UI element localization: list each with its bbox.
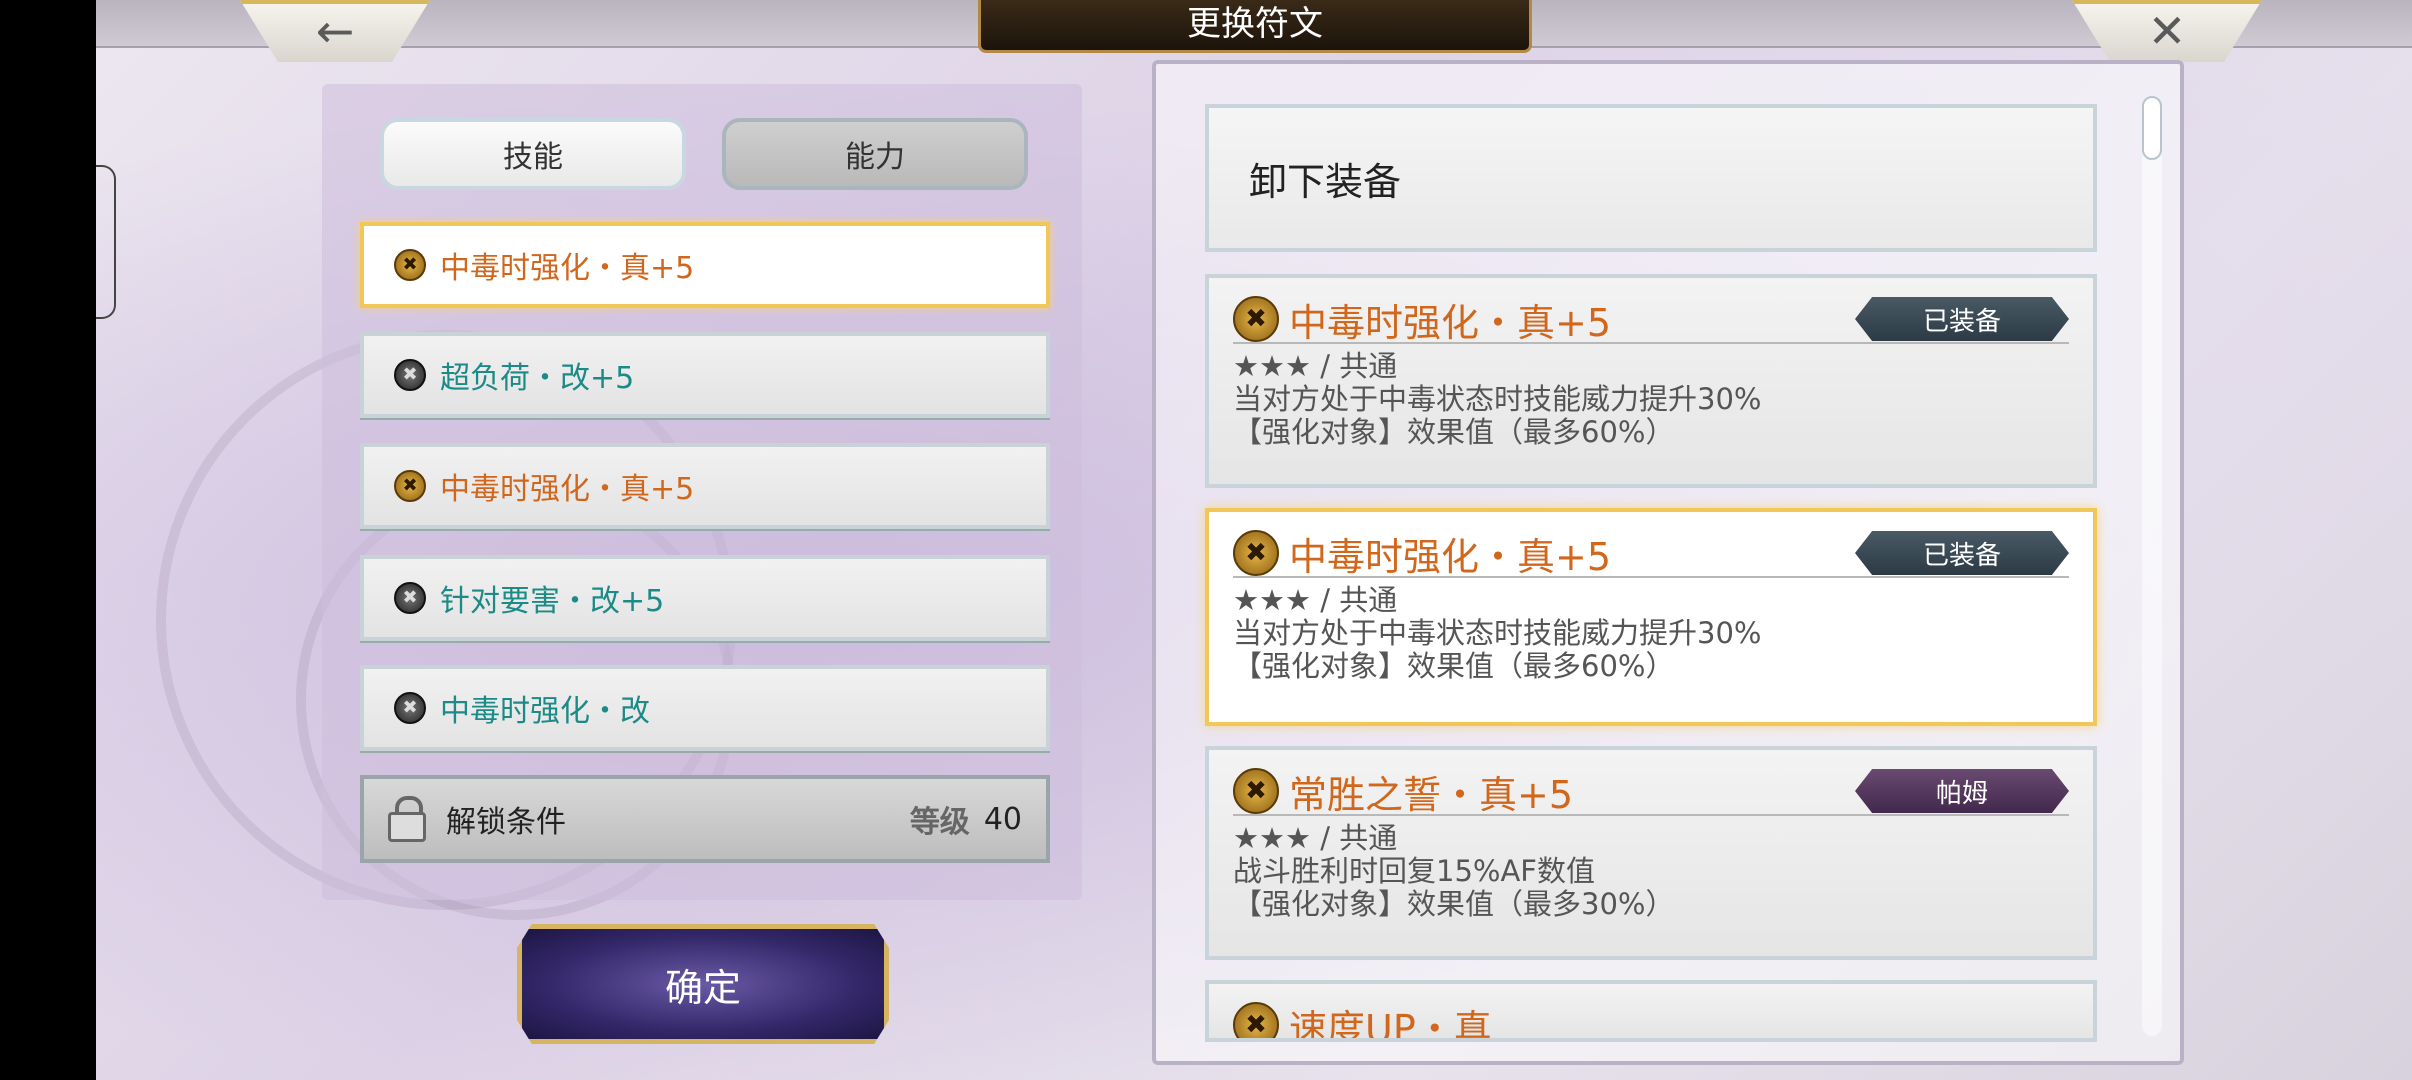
skill-slot-label: 针对要害・改+5	[440, 584, 665, 619]
rune-card-title: 中毒时强化・真+5	[1289, 534, 1612, 579]
rune-card-description: 战斗胜利时回复15%AF数值	[1233, 854, 1595, 888]
owner-badge: 帕姆	[1855, 769, 2069, 813]
screen-notch	[96, 165, 116, 319]
skill-slot-3[interactable]: ✖ 中毒时强化・真+5	[360, 443, 1050, 529]
skill-slot-label: 中毒时强化・真+5	[440, 251, 695, 286]
unlock-condition-label: 解锁条件	[446, 805, 566, 840]
gold-rune-icon: ✖	[1233, 296, 1279, 342]
rune-card-target: 【强化对象】效果值（最多60%）	[1233, 649, 1675, 683]
level-value: 40	[983, 801, 1022, 837]
tab-ability[interactable]: 能力	[722, 118, 1028, 190]
screen-title: 更换符文	[978, 0, 1532, 53]
gold-rune-icon: ✖	[1233, 1002, 1279, 1038]
close-icon: ✕	[2147, 4, 2187, 58]
skill-slot-4[interactable]: ✖ 针对要害・改+5	[360, 555, 1050, 641]
rune-card-rarity: ★★★ / 共通	[1233, 349, 1398, 383]
rune-card-description: 当对方处于中毒状态时技能威力提升30%	[1233, 382, 1762, 416]
rune-card-rarity: ★★★ / 共通	[1233, 583, 1398, 617]
skill-slot-label: 超负荷・改+5	[440, 361, 635, 396]
back-arrow-icon: ←	[315, 4, 355, 58]
level-label: 等级	[909, 805, 970, 840]
rune-card-1[interactable]: ✖ 中毒时强化・真+5 已装备 ★★★ / 共通 当对方处于中毒状态时技能威力提…	[1205, 274, 2097, 488]
rune-card-title: 中毒时强化・真+5	[1289, 300, 1612, 345]
dark-rune-icon: ✖	[394, 692, 426, 724]
confirm-button[interactable]: 确定	[517, 924, 889, 1044]
equipped-badge: 已装备	[1855, 297, 2069, 341]
rune-card-description: 当对方处于中毒状态时技能威力提升30%	[1233, 616, 1762, 650]
scrollbar-thumb[interactable]	[2142, 96, 2162, 160]
rune-card-target: 【强化对象】效果值（最多30%）	[1233, 887, 1675, 921]
rune-card-4[interactable]: ✖ 速度UP・真	[1205, 980, 2097, 1042]
lock-icon	[388, 796, 426, 842]
rune-card-2[interactable]: ✖ 中毒时强化・真+5 已装备 ★★★ / 共通 当对方处于中毒状态时技能威力提…	[1205, 508, 2097, 726]
skill-slot-5[interactable]: ✖ 中毒时强化・改	[360, 665, 1050, 751]
rune-card-target: 【强化对象】效果值（最多60%）	[1233, 415, 1675, 449]
locked-slot: 解锁条件 等级 40	[360, 775, 1050, 863]
gold-rune-icon: ✖	[1233, 768, 1279, 814]
rune-card-title: 常胜之誓・真+5	[1289, 772, 1574, 817]
equipped-badge: 已装备	[1855, 531, 2069, 575]
tab-skill[interactable]: 技能	[380, 118, 686, 190]
gold-rune-icon: ✖	[1233, 530, 1279, 576]
rune-card-title: 速度UP・真	[1289, 1006, 1492, 1042]
unequip-button[interactable]: 卸下装备	[1205, 104, 2097, 252]
skill-slot-2[interactable]: ✖ 超负荷・改+5	[360, 332, 1050, 418]
skill-slot-label: 中毒时强化・真+5	[440, 472, 695, 507]
rune-card-3[interactable]: ✖ 常胜之誓・真+5 帕姆 ★★★ / 共通 战斗胜利时回复15%AF数值 【强…	[1205, 746, 2097, 960]
dark-rune-icon: ✖	[394, 582, 426, 614]
skill-slot-label: 中毒时强化・改	[440, 694, 650, 729]
skill-slot-1[interactable]: ✖ 中毒时强化・真+5	[360, 222, 1050, 308]
gold-rune-icon: ✖	[394, 470, 426, 502]
rune-card-rarity: ★★★ / 共通	[1233, 821, 1398, 855]
scrollbar-track[interactable]	[2142, 96, 2162, 1036]
dark-rune-icon: ✖	[394, 359, 426, 391]
gold-rune-icon: ✖	[394, 249, 426, 281]
